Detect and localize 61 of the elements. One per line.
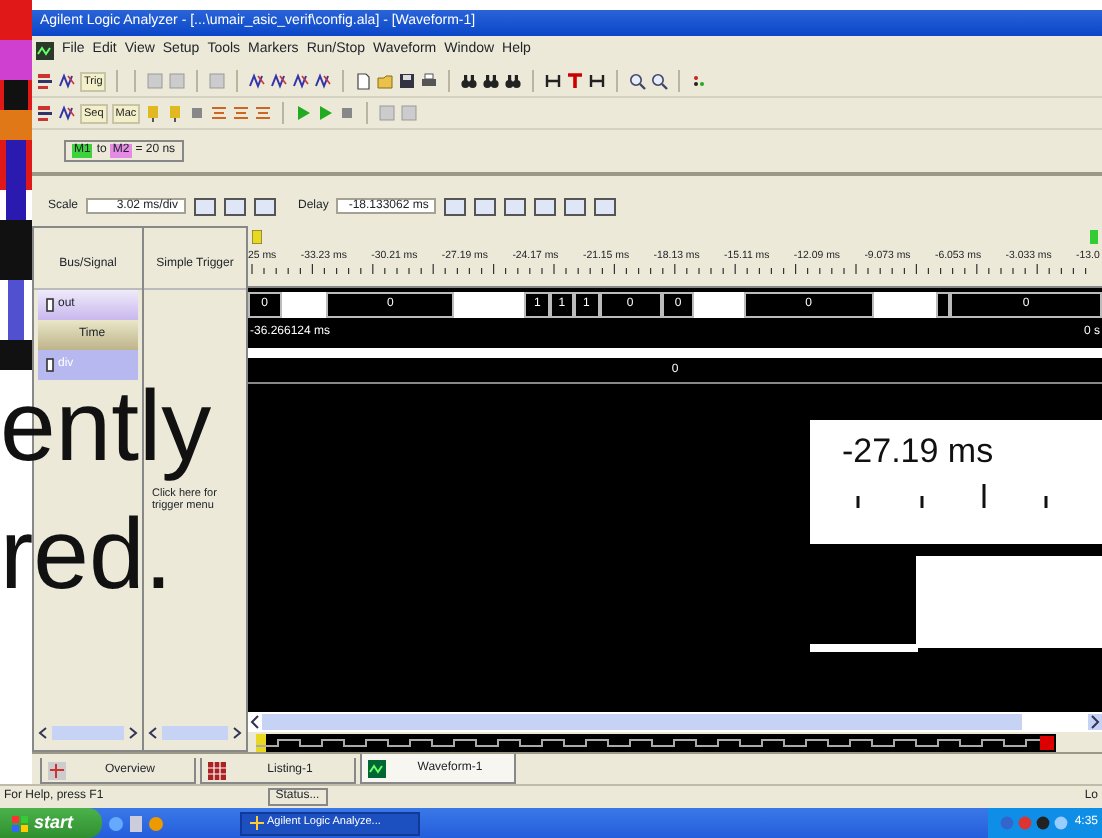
- align-icon[interactable]: [232, 104, 251, 122]
- flag-icon[interactable]: [144, 104, 163, 122]
- toolbar-icon[interactable]: [36, 72, 54, 90]
- scroll-right-icon[interactable]: [128, 725, 138, 739]
- waveform-icon[interactable]: [248, 72, 267, 90]
- scroll-right-icon[interactable]: [1088, 714, 1102, 730]
- waveform-icon[interactable]: [314, 72, 333, 90]
- stop-icon[interactable]: [338, 104, 357, 122]
- ruler-label: -27.19 ms: [842, 432, 996, 472]
- binoculars-icon[interactable]: [482, 72, 501, 90]
- binoculars-icon[interactable]: [460, 72, 479, 90]
- high-pulse: [694, 292, 744, 318]
- high-pulse: [281, 292, 326, 318]
- windows-logo-icon: [12, 815, 28, 831]
- scale-button[interactable]: [254, 197, 277, 215]
- trigger-icon[interactable]: [566, 72, 585, 90]
- dots-icon[interactable]: [690, 72, 709, 90]
- waveform-icon[interactable]: [58, 72, 76, 90]
- marker-icon[interactable]: [544, 72, 563, 90]
- high-pulse: [454, 292, 525, 318]
- signal-icon: [46, 358, 54, 372]
- scale-button[interactable]: [194, 197, 217, 215]
- scroll-left-icon[interactable]: [248, 714, 262, 730]
- document-icon[interactable]: [354, 72, 373, 90]
- signal-icon: [46, 298, 54, 312]
- scrollbar-track[interactable]: [52, 725, 124, 739]
- align-icon[interactable]: [254, 104, 273, 122]
- high-pulse: [873, 292, 937, 318]
- delay-button[interactable]: [534, 197, 557, 215]
- scroll-right-icon[interactable]: [232, 725, 242, 739]
- zoom-icon[interactable]: [650, 72, 669, 90]
- scroll-left-icon[interactable]: [148, 725, 158, 739]
- scrollbar-track[interactable]: [162, 725, 228, 739]
- marker-flag-icon: [1090, 230, 1098, 244]
- marker-icon[interactable]: [588, 72, 607, 90]
- delay-button[interactable]: [594, 197, 617, 215]
- waveform-icon[interactable]: [58, 104, 76, 122]
- tab-icon: [208, 761, 226, 779]
- bus-segment: [936, 292, 950, 318]
- toolbar-icon[interactable]: [36, 104, 54, 122]
- waveform-icon[interactable]: [270, 72, 289, 90]
- scrollbar-thumb[interactable]: [262, 714, 1022, 730]
- slide-text: ently: [0, 376, 212, 476]
- delay-button[interactable]: [564, 197, 587, 215]
- stop-icon[interactable]: [188, 104, 207, 122]
- marker-flag-icon: [252, 230, 262, 244]
- delay-button[interactable]: [444, 197, 467, 215]
- scale-button[interactable]: [224, 197, 247, 215]
- zoom-icon[interactable]: [628, 72, 647, 90]
- align-icon[interactable]: [210, 104, 229, 122]
- tab-icon: [368, 759, 386, 777]
- delay-button[interactable]: [504, 197, 527, 215]
- app-icon: [249, 816, 264, 830]
- app-icon[interactable]: [36, 42, 54, 60]
- waveform-icon[interactable]: [292, 72, 311, 90]
- scroll-left-icon[interactable]: [38, 725, 48, 739]
- binoculars-icon[interactable]: [504, 72, 523, 90]
- delay-button[interactable]: [474, 197, 497, 215]
- printer-icon[interactable]: [420, 72, 439, 90]
- flag-icon[interactable]: [166, 104, 185, 122]
- tab-icon: [48, 761, 66, 779]
